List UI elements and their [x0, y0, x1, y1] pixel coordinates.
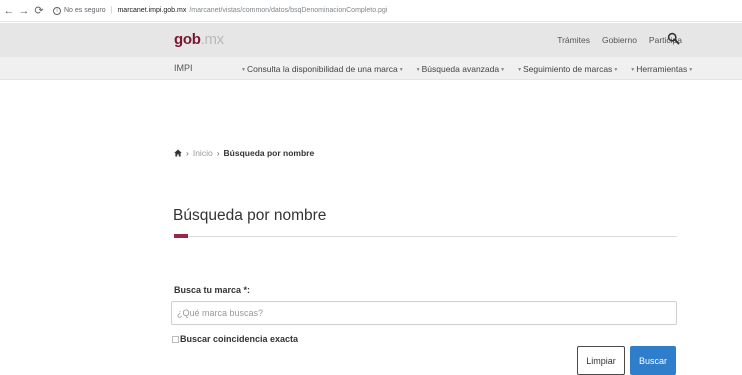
caret-icon: ▼	[398, 66, 404, 73]
security-status: No es seguro	[64, 7, 106, 14]
menu-label: Búsqueda avanzada	[421, 64, 500, 74]
caret-icon: ▼	[517, 66, 523, 73]
forward-arrow-icon[interactable]: →	[18, 4, 30, 18]
title-accent-bar	[174, 234, 188, 238]
search-icon[interactable]	[667, 32, 680, 45]
brand-search-label: Busca tu marca *:	[174, 285, 251, 295]
reload-icon[interactable]: ⟳	[33, 4, 45, 18]
breadcrumb-home[interactable]: Inicio	[193, 148, 213, 158]
brand-search-input[interactable]	[171, 301, 677, 325]
browser-toolbar: ← → ⟳ i No es seguro | marcanet.impi.gob…	[0, 0, 742, 22]
breadcrumb: › Inicio › Búsqueda por nombre	[174, 148, 314, 158]
back-arrow-icon[interactable]: ←	[3, 4, 15, 18]
logo-text-bold: gob	[174, 31, 201, 48]
breadcrumb-separator: ›	[216, 148, 220, 158]
url-host: marcanet.impi.gob.mx	[117, 7, 187, 14]
gobmx-logo[interactable]: gob.mx	[174, 31, 224, 48]
breadcrumb-current: Búsqueda por nombre	[223, 148, 315, 158]
menu-herramientas[interactable]: ▼Herramientas▼	[629, 64, 694, 74]
caret-icon: ▼	[688, 66, 694, 73]
exact-match-checkbox[interactable]	[172, 335, 179, 343]
menu-label: Seguimiento de marcas	[523, 64, 613, 74]
address-separator: |	[110, 7, 113, 14]
nav-link-tramites[interactable]: Trámites	[557, 35, 590, 45]
impi-brand[interactable]: IMPI	[174, 63, 193, 73]
caret-icon: ▼	[241, 66, 246, 73]
caret-icon: ▼	[630, 66, 636, 73]
site-header: gob.mx Trámites Gobierno Participa	[0, 23, 742, 57]
page-title: Búsqueda por nombre	[173, 207, 327, 224]
nav-link-gobierno[interactable]: Gobierno	[602, 35, 637, 45]
title-divider	[174, 236, 677, 237]
url-path: /marcanet/vistas/common/datos/bsqDenomin…	[189, 7, 388, 14]
menu-seguimiento-marcas[interactable]: ▼Seguimiento de marcas▼	[516, 64, 619, 74]
menu-consulta-disponibilidad[interactable]: ▼Consulta la disponibilidad de una marca…	[240, 64, 405, 74]
breadcrumb-separator: ›	[186, 148, 189, 158]
caret-icon: ▼	[500, 66, 506, 73]
logo-text-light: .mx	[200, 31, 225, 48]
clear-button[interactable]: Limpiar	[577, 346, 625, 375]
top-nav: Trámites Gobierno Participa	[557, 35, 682, 45]
impi-subheader: IMPI ▼Consulta la disponibilidad de una …	[0, 57, 742, 80]
exact-match-label: Buscar coincidencia exacta	[180, 334, 299, 344]
menu-busqueda-avanzada[interactable]: ▼Búsqueda avanzada▼	[415, 64, 506, 74]
info-icon[interactable]: i	[53, 6, 61, 15]
caret-icon: ▼	[613, 66, 619, 73]
exact-match-option[interactable]: Buscar coincidencia exacta	[172, 334, 298, 344]
address-bar[interactable]: i No es seguro | marcanet.impi.gob.mx/ma…	[53, 6, 388, 15]
caret-icon: ▼	[415, 66, 421, 73]
search-button[interactable]: Buscar	[630, 346, 676, 375]
home-icon[interactable]	[174, 149, 182, 157]
menu-label: Herramientas	[636, 64, 688, 74]
main-menu: ▼Consulta la disponibilidad de una marca…	[240, 64, 694, 74]
menu-label: Consulta la disponibilidad de una marca	[246, 64, 398, 74]
